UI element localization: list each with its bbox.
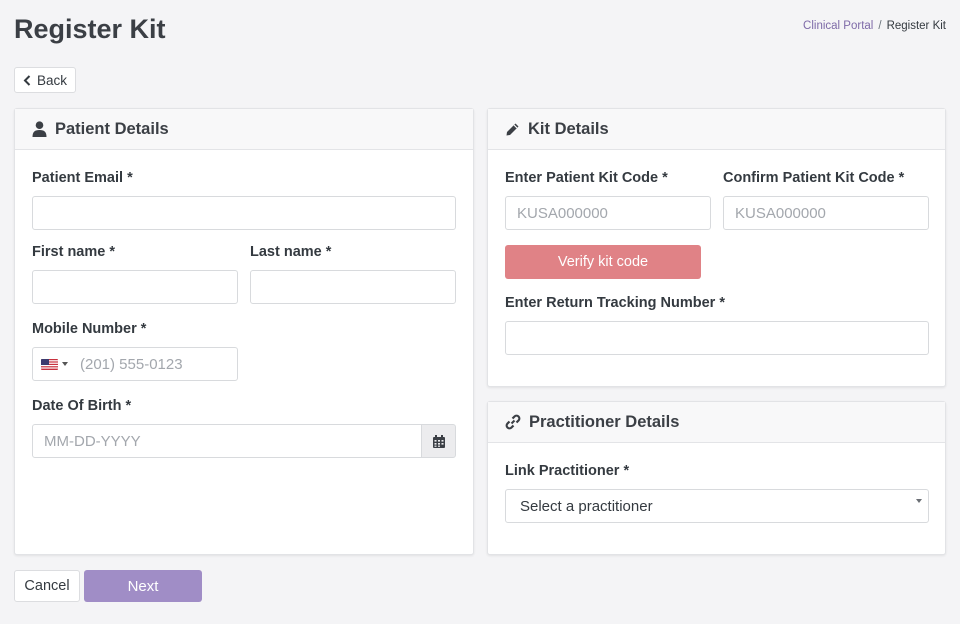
- patient-details-title: Patient Details: [55, 119, 169, 138]
- patient-email-label: Patient Email *: [32, 170, 133, 186]
- chevron-down-icon: [62, 362, 68, 366]
- patient-details-card: Patient Details Patient Email * First na…: [14, 108, 474, 555]
- mobile-number-input[interactable]: [74, 348, 285, 380]
- kit-code-label: Enter Patient Kit Code *: [505, 170, 668, 186]
- practitioner-select-value: Select a practitioner: [520, 497, 653, 515]
- back-button[interactable]: Back: [14, 67, 77, 93]
- pen-icon: [506, 123, 519, 135]
- link-practitioner-label: Link Practitioner *: [505, 463, 630, 479]
- breadcrumb-separator: /: [878, 20, 882, 32]
- country-code-select[interactable]: [33, 348, 74, 380]
- back-label: Back: [37, 72, 68, 88]
- practitioner-details-title: Practitioner Details: [529, 412, 680, 431]
- tracking-number-label: Enter Return Tracking Number *: [505, 295, 725, 311]
- practitioner-details-card: Practitioner Details Link Practitioner *…: [487, 401, 946, 555]
- mobile-number-field: [32, 347, 285, 381]
- first-name-label: First name *: [32, 244, 115, 260]
- kit-details-card: Kit Details Enter Patient Kit Code * Con…: [487, 108, 946, 387]
- calendar-button[interactable]: [421, 424, 456, 458]
- confirm-kit-code-label: Confirm Patient Kit Code *: [723, 170, 905, 186]
- practitioner-select[interactable]: Select a practitioner: [505, 489, 929, 523]
- us-flag-icon: [41, 358, 58, 370]
- next-button[interactable]: Next: [84, 570, 202, 602]
- kit-details-title: Kit Details: [528, 119, 609, 138]
- chevron-left-icon: [23, 74, 31, 86]
- user-icon: [32, 121, 47, 137]
- link-icon: [505, 414, 521, 430]
- calendar-icon: [432, 434, 445, 448]
- dob-label: Date Of Birth *: [32, 398, 132, 414]
- patient-email-input[interactable]: [32, 196, 456, 230]
- verify-kit-code-button[interactable]: Verify kit code: [505, 245, 701, 279]
- last-name-label: Last name *: [250, 244, 332, 260]
- patient-details-header: Patient Details: [15, 109, 473, 150]
- mobile-number-label: Mobile Number *: [32, 321, 147, 337]
- breadcrumb-clinical-portal[interactable]: Clinical Portal: [803, 20, 873, 32]
- last-name-input[interactable]: [250, 270, 456, 304]
- kit-details-header: Kit Details: [488, 109, 945, 150]
- first-name-input[interactable]: [32, 270, 238, 304]
- tracking-number-input[interactable]: [505, 321, 929, 355]
- kit-code-input[interactable]: [505, 196, 711, 230]
- practitioner-details-header: Practitioner Details: [488, 402, 945, 443]
- confirm-kit-code-input[interactable]: [723, 196, 929, 230]
- breadcrumb-current: Register Kit: [886, 20, 946, 32]
- page-title: Register Kit: [14, 14, 166, 44]
- dob-input[interactable]: [32, 424, 422, 458]
- cancel-button[interactable]: Cancel: [14, 570, 80, 602]
- chevron-down-icon: [916, 499, 922, 503]
- breadcrumb: Clinical Portal / Register Kit: [803, 20, 946, 32]
